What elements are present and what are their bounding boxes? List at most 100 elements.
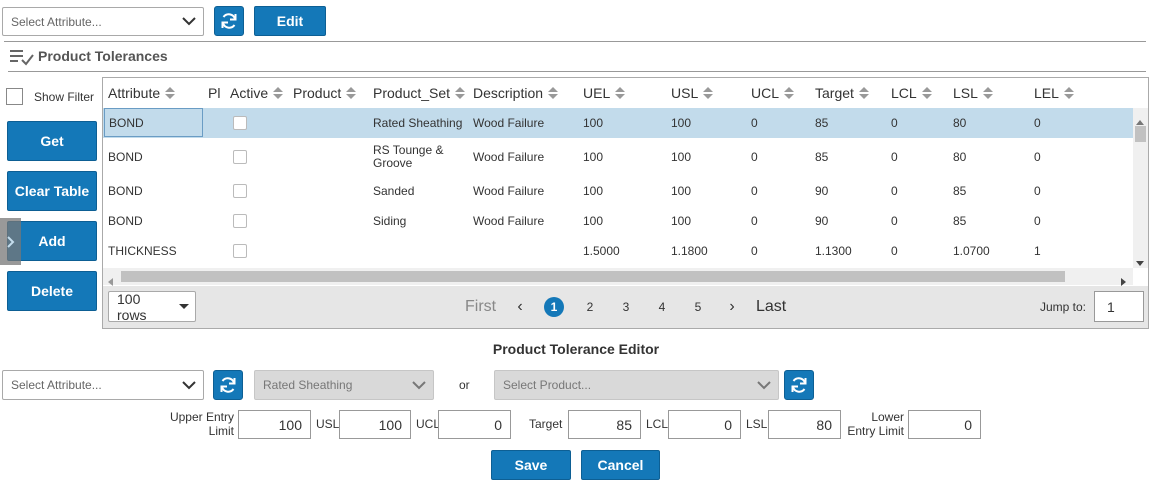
- tolerances-grid: Attribute Pl Active Product Product_Set …: [102, 77, 1149, 329]
- active-checkbox[interactable]: [233, 150, 247, 164]
- column-header-product[interactable]: Product: [293, 78, 368, 108]
- refresh-icon: [220, 377, 236, 393]
- ucl-input[interactable]: 0: [438, 410, 511, 439]
- target-input[interactable]: 85: [568, 410, 641, 439]
- editor-attribute-refresh-button[interactable]: [213, 370, 243, 400]
- ucl-label: UCL: [416, 417, 441, 431]
- column-header-product-set[interactable]: Product_Set: [373, 78, 471, 108]
- cell-usl: 100: [671, 214, 692, 228]
- page-link-3[interactable]: 3: [616, 297, 636, 317]
- show-filter-checkbox[interactable]: [6, 88, 23, 105]
- last-page-link[interactable]: Last: [756, 297, 786, 317]
- prev-page-link[interactable]: ‹: [513, 297, 527, 317]
- active-checkbox[interactable]: [233, 184, 247, 198]
- column-header-uel[interactable]: UEL: [583, 78, 653, 108]
- column-header-lel[interactable]: LEL: [1034, 78, 1094, 108]
- editor-attribute-select[interactable]: Select Attribute...: [2, 370, 204, 400]
- cell-uel: 100: [583, 150, 604, 164]
- column-header-pl[interactable]: Pl: [208, 78, 222, 108]
- sort-icon: [273, 86, 284, 100]
- column-header-target[interactable]: Target: [815, 78, 890, 108]
- active-checkbox[interactable]: [233, 116, 247, 130]
- rows-per-page-select[interactable]: 100 rows: [108, 290, 196, 323]
- table-row[interactable]: BOND Rated Sheathing Wood Failure 100 10…: [103, 108, 1133, 138]
- expand-panel-handle[interactable]: [0, 218, 21, 265]
- page-link-5[interactable]: 5: [688, 297, 708, 317]
- attribute-select[interactable]: Select Attribute...: [2, 7, 204, 36]
- cancel-button[interactable]: Cancel: [581, 450, 660, 480]
- upper-entry-limit-input[interactable]: 100: [238, 410, 311, 439]
- product-refresh-button[interactable]: [784, 370, 814, 400]
- get-button[interactable]: Get: [7, 121, 97, 161]
- delete-button[interactable]: Delete: [7, 271, 97, 311]
- cell-attribute[interactable]: BOND: [104, 108, 203, 137]
- sort-icon: [703, 86, 714, 100]
- lower-entry-limit-input[interactable]: 0: [908, 410, 981, 439]
- table-row[interactable]: BOND RS Tounge & Groove Wood Failure 100…: [103, 138, 1133, 176]
- usl-input[interactable]: 100: [339, 410, 411, 439]
- cell-lcl: 0: [891, 116, 898, 130]
- editor-attribute-select-value: Select Attribute...: [11, 378, 102, 392]
- column-header-lsl[interactable]: LSL: [953, 78, 1013, 108]
- horizontal-scroll-thumb[interactable]: [121, 271, 1065, 282]
- cell-lel: 0: [1034, 150, 1041, 164]
- upper-entry-limit-label: Upper Entry Limit: [169, 410, 234, 438]
- target-label: Target: [529, 417, 563, 431]
- active-checkbox[interactable]: [233, 214, 247, 228]
- cell-attribute: BOND: [108, 150, 143, 164]
- cell-lel: 0: [1034, 116, 1041, 130]
- sort-icon: [921, 86, 932, 100]
- scroll-down-arrow[interactable]: [1136, 254, 1144, 272]
- page-link-2[interactable]: 2: [580, 297, 600, 317]
- sort-icon: [982, 86, 993, 100]
- attribute-select-value: Select Attribute...: [11, 14, 102, 29]
- cell-uel: 100: [583, 116, 604, 130]
- cell-description: Wood Failure: [473, 150, 545, 164]
- table-row[interactable]: THICKNESS 1.5000 1.1800 0 1.1300 0 1.070…: [103, 236, 1133, 266]
- chevron-down-icon: [750, 380, 778, 390]
- jump-to-input[interactable]: 1: [1094, 291, 1144, 322]
- column-header-ucl[interactable]: UCL: [751, 78, 821, 108]
- product-select[interactable]: Select Product...: [494, 370, 779, 400]
- cell-usl: 100: [671, 184, 692, 198]
- cell-lcl: 0: [891, 184, 898, 198]
- column-header-attribute[interactable]: Attribute: [108, 78, 203, 108]
- sort-icon: [165, 86, 176, 100]
- product-set-select[interactable]: Rated Sheathing: [254, 370, 434, 400]
- vertical-scroll-thumb[interactable]: [1135, 126, 1146, 142]
- cell-uel: 100: [583, 184, 604, 198]
- chevron-right-icon: [6, 235, 14, 248]
- lcl-input[interactable]: 0: [668, 410, 741, 439]
- cell-usl: 1.1800: [671, 244, 708, 258]
- horizontal-scrollbar[interactable]: [103, 268, 1133, 286]
- save-button[interactable]: Save: [491, 450, 571, 480]
- sort-icon: [1063, 86, 1074, 100]
- list-check-icon: [9, 48, 39, 66]
- cell-target: 1.1300: [815, 244, 852, 258]
- active-checkbox[interactable]: [233, 244, 247, 258]
- cell-lel: 0: [1034, 184, 1041, 198]
- table-row[interactable]: BOND Sanded Wood Failure 100 100 0 90 0 …: [103, 176, 1133, 206]
- edit-button[interactable]: Edit: [254, 6, 326, 36]
- column-header-description[interactable]: Description: [473, 78, 573, 108]
- rows-per-page-value: 100 rows: [117, 290, 147, 323]
- sort-icon: [784, 86, 795, 100]
- vertical-scrollbar[interactable]: [1133, 108, 1148, 268]
- cell-lcl: 0: [891, 150, 898, 164]
- page-link-1[interactable]: 1: [544, 297, 564, 317]
- cell-ucl: 0: [751, 244, 758, 258]
- first-page-link[interactable]: First: [465, 297, 496, 317]
- table-row[interactable]: BOND Siding Wood Failure 100 100 0 90 0 …: [103, 206, 1133, 236]
- cell-lcl: 0: [891, 244, 898, 258]
- lsl-input[interactable]: 80: [768, 410, 841, 439]
- page-link-4[interactable]: 4: [652, 297, 672, 317]
- refresh-button[interactable]: [214, 6, 244, 36]
- column-header-lcl[interactable]: LCL: [891, 78, 951, 108]
- next-page-link[interactable]: ›: [725, 297, 739, 317]
- sort-icon: [455, 86, 466, 100]
- cell-ucl: 0: [751, 116, 758, 130]
- column-header-usl[interactable]: USL: [671, 78, 741, 108]
- jump-to-label: Jump to:: [1040, 300, 1087, 314]
- clear-table-button[interactable]: Clear Table: [7, 171, 97, 211]
- column-header-active[interactable]: Active: [230, 78, 290, 108]
